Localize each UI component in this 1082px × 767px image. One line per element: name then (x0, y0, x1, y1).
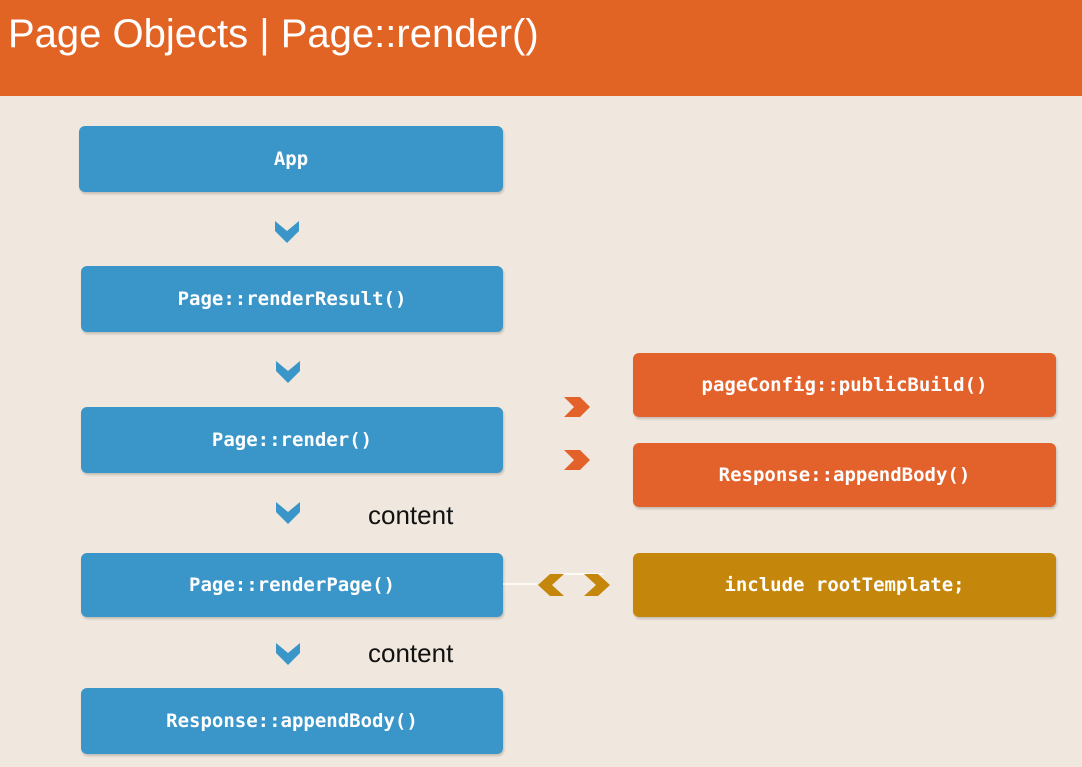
app-node: App (79, 126, 503, 192)
root-template-node: include rootTemplate; (633, 553, 1056, 617)
page-title: Page Objects | Page::render() (8, 12, 539, 56)
render-page-node: Page::renderPage() (81, 553, 503, 617)
append-body-main-node: Response::appendBody() (81, 688, 503, 754)
public-build-node: pageConfig::publicBuild() (633, 353, 1056, 417)
title-bar: Page Objects | Page::render() (0, 0, 1082, 96)
chevron-down-icon (276, 361, 300, 383)
append-body-side-node: Response::appendBody() (633, 443, 1056, 507)
content-edge-label: content (368, 638, 454, 668)
content-edge-label: content (368, 500, 454, 530)
chevron-down-icon (276, 643, 300, 665)
render-node: Page::render() (81, 407, 503, 473)
chevron-down-icon (275, 221, 299, 243)
chevron-right-icon (564, 450, 590, 470)
double-chevron-icon (538, 574, 610, 596)
render-result-node: Page::renderResult() (81, 266, 503, 332)
chevron-down-icon (276, 502, 300, 524)
chevron-right-icon (564, 397, 590, 417)
